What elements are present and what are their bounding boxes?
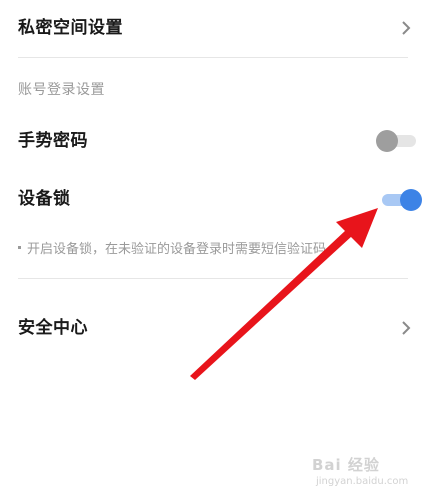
baidu-jingyan-watermark: Bai 经验 bbox=[312, 454, 380, 475]
divider bbox=[18, 278, 408, 279]
bullet-icon bbox=[18, 246, 21, 249]
watermark-brand: Bai 经验 bbox=[312, 456, 380, 474]
security-center-label: 安全中心 bbox=[18, 318, 88, 338]
settings-page: 私密空间设置 账号登录设置 手势密码 设备锁 开启设备锁，在未验证的设备登录时需… bbox=[0, 0, 430, 500]
device-lock-hint: 开启设备锁，在未验证的设备登录时需要短信验证码 bbox=[18, 240, 326, 260]
chevron-right-icon bbox=[402, 321, 411, 335]
chevron-right-icon bbox=[402, 21, 411, 35]
watermark-url: jingyan.baidu.com bbox=[316, 476, 409, 487]
gesture-password-toggle[interactable] bbox=[376, 129, 420, 153]
device-lock-row: 设备锁 bbox=[0, 176, 430, 222]
section-header-account-login: 账号登录设置 bbox=[18, 82, 105, 98]
device-lock-label: 设备锁 bbox=[18, 189, 71, 209]
security-center-row[interactable]: 安全中心 bbox=[0, 300, 430, 356]
toggle-knob bbox=[400, 189, 422, 211]
private-space-label: 私密空间设置 bbox=[18, 18, 123, 38]
device-lock-hint-text: 开启设备锁，在未验证的设备登录时需要短信验证码 bbox=[27, 242, 327, 257]
gesture-password-label: 手势密码 bbox=[18, 131, 88, 151]
toggle-knob bbox=[376, 130, 398, 152]
device-lock-toggle[interactable] bbox=[380, 188, 424, 212]
divider bbox=[18, 57, 408, 58]
gesture-password-row: 手势密码 bbox=[0, 118, 430, 164]
private-space-row[interactable]: 私密空间设置 bbox=[0, 0, 430, 58]
